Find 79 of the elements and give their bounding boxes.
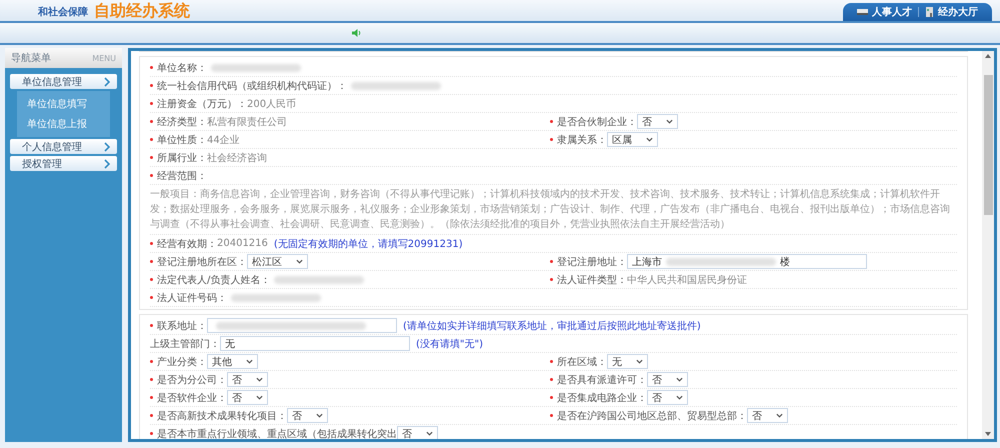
field-value: 社会经济咨询 bbox=[207, 152, 267, 164]
dropdown[interactable]: 否 bbox=[227, 372, 268, 387]
chevron-down-icon bbox=[316, 413, 323, 418]
field-label: 经营范围： bbox=[157, 170, 207, 182]
field-label: 经济类型： bbox=[157, 116, 207, 128]
chevron-down-icon bbox=[256, 395, 263, 400]
chevron-down-icon bbox=[246, 359, 253, 364]
dropdown[interactable]: 否 bbox=[647, 390, 688, 405]
field-label: 所属行业： bbox=[157, 152, 207, 164]
field-label: 联系地址： bbox=[157, 320, 207, 332]
system-subtitle: 和社会保障 bbox=[38, 5, 88, 19]
field-label: 是否合伙制企业： bbox=[557, 116, 637, 128]
building-icon bbox=[925, 7, 934, 17]
input-field[interactable]: 无 bbox=[220, 336, 410, 351]
dropdown[interactable]: 否 bbox=[227, 390, 268, 405]
field-label: 是否具有派遣许可： bbox=[557, 374, 647, 386]
menu-group[interactable]: 单位信息管理 bbox=[10, 74, 117, 89]
hint-text: (没有请填"无") bbox=[416, 338, 484, 350]
scrollbar[interactable] bbox=[982, 51, 994, 439]
chevron-down-icon bbox=[426, 431, 433, 436]
chevron-down-icon bbox=[296, 259, 303, 264]
chevron-down-icon bbox=[636, 359, 643, 364]
field-value: 200人民币 bbox=[247, 98, 296, 110]
sidebar-title-en: MENU bbox=[92, 54, 116, 62]
field-label: 是否在沪跨国公司地区总部、贸易型总部： bbox=[557, 410, 747, 422]
field-label: 法定代表人/负责人姓名： bbox=[157, 274, 270, 286]
field-value: 中华人民共和国居民身份证 bbox=[627, 274, 747, 286]
input-field[interactable] bbox=[207, 318, 397, 333]
dropdown[interactable]: 区属 bbox=[607, 132, 658, 147]
dropdown[interactable]: 否 bbox=[637, 114, 678, 129]
field-value: 私营有限责任公司 bbox=[207, 116, 287, 128]
hint-text: (无固定有效期的单位，请填写20991231) bbox=[274, 238, 463, 250]
field-label: 是否为分公司： bbox=[157, 374, 227, 386]
dropdown[interactable]: 无 bbox=[607, 354, 648, 369]
dropdown[interactable]: 否 bbox=[397, 426, 438, 439]
field-label: 法人证件类型： bbox=[557, 274, 627, 286]
header-tab[interactable]: 人事人才 bbox=[857, 5, 912, 19]
chevron-right-icon bbox=[104, 76, 111, 86]
field-label: 经营有效期： bbox=[157, 238, 217, 250]
field-value: 20401216 bbox=[217, 238, 268, 249]
dropdown[interactable]: 否 bbox=[647, 372, 688, 387]
field-value: 44企业 bbox=[207, 134, 240, 146]
dropdown[interactable]: 否 bbox=[747, 408, 788, 423]
field-label: 法人证件号码： bbox=[157, 292, 227, 304]
field-label: 单位性质： bbox=[157, 134, 207, 146]
dropdown[interactable]: 松江区 bbox=[247, 254, 308, 269]
speaker-icon bbox=[352, 29, 361, 37]
field-label: 登记注册地址： bbox=[557, 256, 627, 268]
sidebar-title: 导航菜单 bbox=[11, 52, 51, 65]
menu-group[interactable]: 个人信息管理 bbox=[10, 139, 117, 154]
field-label: 隶属关系： bbox=[557, 134, 607, 146]
business-scope-text: 一般项目：商务信息咨询，企业管理咨询，财务咨询（不得从事代理记账）；计算机科技领域内的技术开发、技术咨询、技术服务、技术转让；计算机信息系统集成；计算机软件开发；数据处理服务，会务服务，展览展示服务，礼仪服务；企业形象策划，市场营销策划；广告设计、制作、代理，广告发布（非广播电台、电视台、报刊出版单位）；市场信息咨询与调查（不得从事社会调查、社会调研、民意调查、民意测验）。（除依法须经批准的项目外，凭营业执照依法自主开展经营活动） bbox=[150, 188, 951, 232]
field-label: 是否本市重点行业领域、重点区域（包括成果转化突出 bbox=[157, 428, 397, 439]
field-label: 是否软件企业： bbox=[157, 392, 227, 404]
chevron-down-icon bbox=[676, 395, 683, 400]
chevron-down-icon bbox=[646, 137, 653, 142]
chevron-down-icon bbox=[666, 119, 673, 124]
field-label: 是否高新技术成果转化项目： bbox=[157, 410, 287, 422]
header-tab[interactable]: 经办大厅 bbox=[925, 5, 978, 19]
field-label: 单位名称： bbox=[157, 62, 207, 74]
book-icon bbox=[857, 8, 868, 16]
hint-text: (请单位如实并详细填写联系地址，审批通过后按照此地址寄送批件) bbox=[403, 320, 701, 332]
field-label: 所在区域： bbox=[557, 356, 607, 368]
menu-group[interactable]: 授权管理 bbox=[10, 156, 117, 171]
scroll-up-icon[interactable] bbox=[985, 54, 991, 58]
chevron-down-icon bbox=[676, 377, 683, 382]
field-label: 注册资金（万元）： bbox=[157, 98, 247, 110]
field-label: 统一社会信用代码（或组织机构代码证）： bbox=[157, 80, 347, 92]
system-title: 自助经办系统 bbox=[94, 2, 190, 19]
field-label: 上级主管部门： bbox=[150, 338, 220, 350]
field-label: 产业分类： bbox=[157, 356, 207, 368]
chevron-down-icon bbox=[776, 413, 783, 418]
dropdown[interactable]: 其他 bbox=[207, 354, 258, 369]
field-label: 是否集成电路企业： bbox=[557, 392, 647, 404]
chevron-down-icon bbox=[256, 377, 263, 382]
dropdown[interactable]: 否 bbox=[287, 408, 328, 423]
input-field[interactable]: 上海市 楼 bbox=[627, 254, 867, 269]
scroll-down-icon[interactable] bbox=[985, 432, 991, 436]
field-label: 登记注册地所在区： bbox=[157, 256, 247, 268]
